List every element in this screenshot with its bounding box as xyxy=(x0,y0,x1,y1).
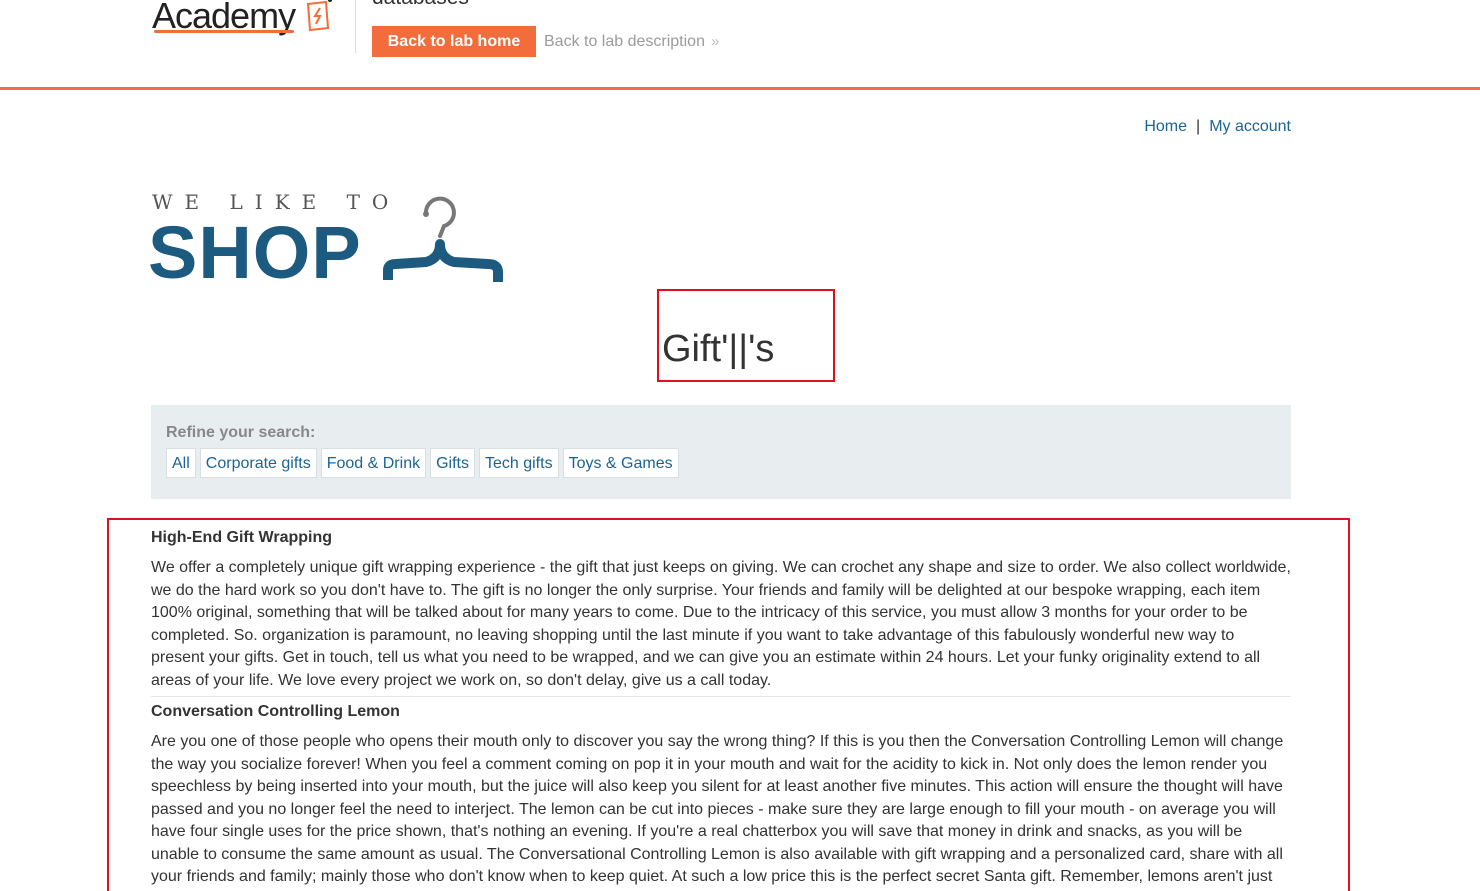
filter-all[interactable]: All xyxy=(166,448,196,478)
academy-logo-underline xyxy=(154,30,294,33)
back-to-lab-description-label: Back to lab description xyxy=(544,33,705,50)
search-term-heading: Gift'||'s xyxy=(662,328,775,370)
nav-home-link[interactable]: Home xyxy=(1144,118,1187,135)
back-to-lab-home-button[interactable]: Back to lab home xyxy=(372,26,536,57)
lab-title: databases xyxy=(372,0,469,10)
filter-food-drink[interactable]: Food & Drink xyxy=(320,448,427,478)
product-item: Conversation Controlling Lemon Are you o… xyxy=(151,701,1291,889)
filter-corporate-gifts[interactable]: Corporate gifts xyxy=(199,448,317,478)
academy-header: Academy databases Back to lab home Back … xyxy=(0,0,1480,90)
product-description: We offer a completely unique gift wrappi… xyxy=(151,559,1291,689)
nav-separator: | xyxy=(1196,118,1201,135)
shop-logo-word: SHOP xyxy=(148,211,362,294)
double-chevron-right-icon: » xyxy=(710,33,720,50)
shop-logo[interactable]: WE LIKE TO SHOP xyxy=(148,186,510,294)
academy-bolt-icon xyxy=(306,0,332,32)
category-filters: All Corporate gifts Food & Drink Gifts T… xyxy=(166,448,679,478)
nav-my-account-link[interactable]: My account xyxy=(1209,118,1291,135)
product-item: High-End Gift Wrapping We offer a comple… xyxy=(151,527,1291,692)
filter-tech-gifts[interactable]: Tech gifts xyxy=(478,448,559,478)
product-title: High-End Gift Wrapping xyxy=(151,529,333,546)
product-title: Conversation Controlling Lemon xyxy=(151,703,400,720)
product-description: Are you one of those people who opens th… xyxy=(151,733,1284,885)
refine-search-panel: Refine your search: All Corporate gifts … xyxy=(151,405,1291,499)
header-divider xyxy=(355,0,356,53)
product-list: High-End Gift Wrapping We offer a comple… xyxy=(151,524,1291,889)
filter-gifts[interactable]: Gifts xyxy=(430,448,475,478)
top-nav: Home | My account xyxy=(1144,118,1291,136)
product-divider xyxy=(151,696,1291,697)
filter-toys-games[interactable]: Toys & Games xyxy=(562,448,679,478)
refine-search-label: Refine your search: xyxy=(166,424,316,441)
back-to-lab-description-link[interactable]: Back to lab description » xyxy=(544,26,719,57)
hanger-icon xyxy=(383,196,503,282)
